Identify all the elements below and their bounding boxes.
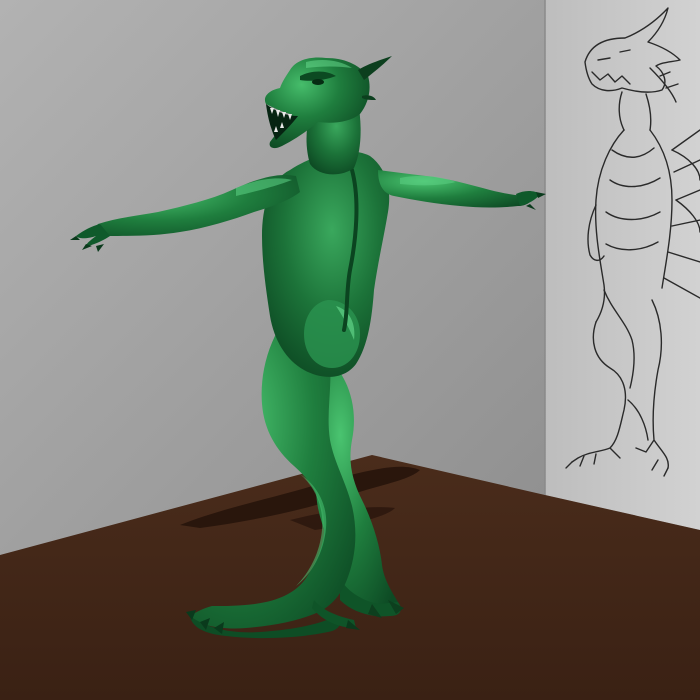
side-wall (545, 0, 700, 530)
creature-eye (312, 79, 324, 85)
render-viewport (0, 0, 700, 700)
